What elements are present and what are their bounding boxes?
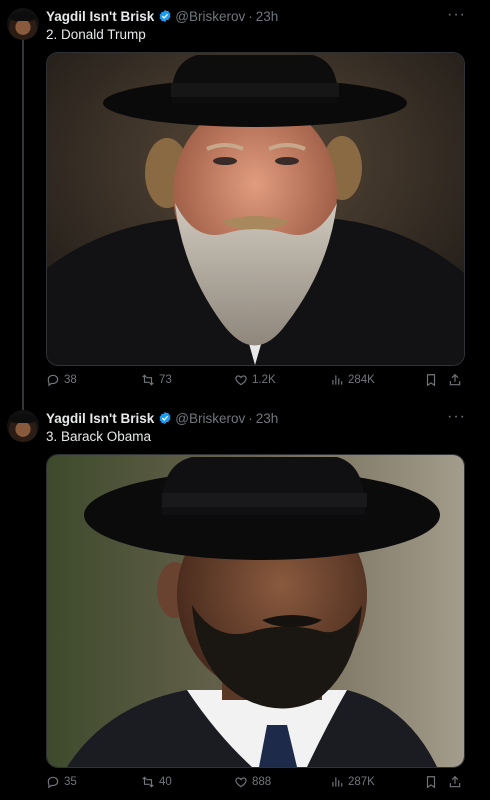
- bookmark-icon: [426, 776, 436, 789]
- avatar[interactable]: [7, 410, 39, 442]
- verified-badge-icon: [159, 411, 171, 425]
- more-icon[interactable]: ···: [447, 6, 466, 24]
- tweet-1[interactable]: Yagdil Isn't Brisk @Briskerov · 23h ··· …: [0, 0, 490, 400]
- author-handle[interactable]: @Briskerov: [175, 9, 245, 24]
- views-button[interactable]: 287K: [330, 775, 375, 789]
- separator: ·: [248, 8, 253, 24]
- tweet-header: Yagdil Isn't Brisk @Briskerov · 23h: [46, 6, 278, 26]
- repost-count: 73: [159, 374, 172, 386]
- repost-icon: [142, 374, 154, 386]
- tweet-text: 2. Donald Trump: [46, 27, 146, 42]
- reply-icon: [47, 776, 59, 789]
- separator: ·: [248, 410, 253, 426]
- reply-icon: [47, 374, 59, 387]
- share-icon: [449, 775, 461, 788]
- repost-icon: [142, 776, 154, 788]
- timestamp[interactable]: 23h: [256, 9, 279, 24]
- share-button[interactable]: [448, 775, 462, 789]
- tweet-text: 3. Barack Obama: [46, 429, 152, 444]
- portrait-image: [47, 455, 464, 767]
- author-name[interactable]: Yagdil Isn't Brisk: [46, 411, 154, 426]
- repost-button[interactable]: 73: [141, 373, 172, 387]
- tweet-image[interactable]: [46, 454, 465, 768]
- bookmark-button[interactable]: [424, 373, 438, 387]
- timestamp[interactable]: 23h: [256, 411, 279, 426]
- tweet-image[interactable]: [46, 52, 465, 366]
- like-button[interactable]: 1.2K: [234, 373, 276, 387]
- tweet-actions: 35 40 888 287K: [46, 775, 466, 795]
- views-count: 287K: [348, 776, 375, 788]
- like-icon: [235, 375, 247, 386]
- author-handle[interactable]: @Briskerov: [175, 411, 245, 426]
- reply-button[interactable]: 38: [46, 373, 77, 387]
- portrait-image: [47, 53, 464, 365]
- share-icon: [449, 373, 461, 386]
- like-count: 1.2K: [252, 374, 276, 386]
- author-name[interactable]: Yagdil Isn't Brisk: [46, 9, 154, 24]
- views-button[interactable]: 284K: [330, 373, 375, 387]
- like-button[interactable]: 888: [234, 775, 271, 789]
- tweet-actions: 38 73 1.2K 284K: [46, 373, 466, 393]
- verified-badge-icon: [159, 9, 171, 23]
- views-icon: [332, 375, 343, 385]
- repost-count: 40: [159, 776, 172, 788]
- reply-count: 38: [64, 374, 77, 386]
- tweet-header: Yagdil Isn't Brisk @Briskerov · 23h: [46, 408, 278, 428]
- like-count: 888: [252, 776, 272, 788]
- bookmark-button[interactable]: [424, 775, 438, 789]
- avatar[interactable]: [7, 8, 39, 40]
- reply-button[interactable]: 35: [46, 775, 77, 789]
- like-icon: [235, 777, 247, 788]
- reply-count: 35: [64, 776, 77, 788]
- views-icon: [332, 777, 343, 787]
- tweet-2[interactable]: Yagdil Isn't Brisk @Briskerov · 23h ··· …: [0, 402, 490, 800]
- more-icon[interactable]: ···: [447, 408, 466, 426]
- bookmark-icon: [426, 374, 436, 387]
- views-count: 284K: [348, 374, 375, 386]
- repost-button[interactable]: 40: [141, 775, 172, 789]
- share-button[interactable]: [448, 373, 462, 387]
